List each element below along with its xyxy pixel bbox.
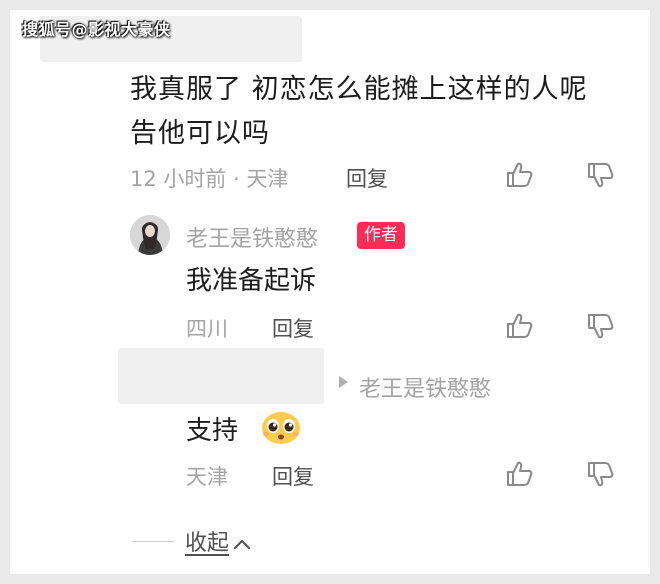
author-badge: 作者 xyxy=(357,222,405,249)
thumbs-down-icon[interactable] xyxy=(586,160,616,190)
pleading-face-emoji xyxy=(262,412,300,444)
collapse-label: 收起 xyxy=(185,531,230,556)
chevron-up-icon xyxy=(234,540,251,549)
comment-reply-button[interactable]: 回复 xyxy=(346,163,388,193)
avatar[interactable] xyxy=(130,215,170,255)
comment-card: 搜狐号@影视大豪侠 我真服了 初恋怎么能摊上这样的人呢 告他可以吗 12 小时前… xyxy=(10,10,650,574)
blurred-replier-name xyxy=(118,348,324,404)
reply-username[interactable]: 老王是铁憨憨 xyxy=(186,221,318,253)
thumbs-up-icon[interactable] xyxy=(505,160,535,190)
divider xyxy=(132,541,174,542)
thumbs-down-icon[interactable] xyxy=(586,459,616,489)
watermark: 搜狐号@影视大豪侠 xyxy=(22,20,171,39)
reply-text: 支持 xyxy=(186,416,239,446)
reply-arrow-icon xyxy=(339,376,348,388)
thumbs-down-icon[interactable] xyxy=(586,311,616,341)
comment-time-location: 12 小时前 · 天津 xyxy=(130,167,289,191)
reply-reply-button[interactable]: 回复 xyxy=(272,461,314,491)
reply-text: 我准备起诉 xyxy=(186,266,317,296)
reply-location: 四川 xyxy=(186,317,228,341)
thumbs-up-icon[interactable] xyxy=(505,459,535,489)
reply-to-username[interactable]: 老王是铁憨憨 xyxy=(359,371,491,403)
comment-text: 我真服了 初恋怎么能摊上这样的人呢 告他可以吗 xyxy=(130,74,588,149)
reply-location: 天津 xyxy=(186,465,228,489)
reply-reply-button[interactable]: 回复 xyxy=(272,313,314,343)
collapse-button[interactable]: 收起 xyxy=(185,525,251,557)
thumbs-up-icon[interactable] xyxy=(505,311,535,341)
